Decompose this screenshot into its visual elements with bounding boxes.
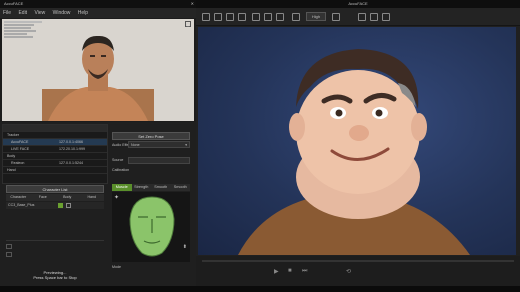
tree-row[interactable]: AccuFACE 127.0.0.1:4066 — [3, 139, 107, 146]
target-icon[interactable]: ✦ — [114, 194, 119, 201]
expression-tabs: Muscle Strength Smooth Smooth — [112, 184, 190, 191]
os-taskbar — [0, 286, 520, 292]
tab-muscle[interactable]: Muscle — [112, 184, 132, 191]
color-icon[interactable] — [370, 13, 378, 21]
timeline-slider[interactable] — [202, 260, 514, 262]
3d-viewport[interactable] — [198, 27, 516, 255]
tab-strength[interactable]: Strength — [132, 184, 152, 191]
display-icon[interactable] — [358, 13, 366, 21]
mode-label: Mode — [112, 265, 121, 269]
viewport-toolbar: High — [196, 8, 520, 26]
calibration-label: Calibration — [112, 168, 130, 172]
tracking-info-overlay — [4, 21, 42, 55]
screenshot-icon[interactable] — [332, 13, 340, 21]
camera-preview: ▢ — [2, 19, 194, 121]
character-columns-header: Character Face Body Hand — [6, 194, 104, 201]
option-checkbox[interactable] — [6, 252, 12, 257]
source-select[interactable] — [128, 157, 190, 164]
mirror-icon[interactable]: ⬍ — [183, 244, 187, 250]
close-icon[interactable]: ✕ — [191, 0, 194, 8]
options-divider — [6, 240, 104, 246]
tab-smooth[interactable]: Smooth — [151, 184, 171, 191]
title-bar: AccuFACE ✕ — [0, 0, 196, 8]
menu-view[interactable]: View — [31, 10, 48, 16]
option-checkbox[interactable] — [6, 244, 12, 249]
camera-icon[interactable] — [252, 13, 260, 21]
tree-row[interactable]: Hand — [3, 167, 107, 174]
cartoon-character — [238, 49, 470, 255]
character-list-button[interactable]: Character List — [6, 185, 104, 193]
stop-icon[interactable]: ■ — [288, 268, 292, 274]
settings-panel: Tracker AccuFACE 127.0.0.1:4066 LIVE FACE… — [0, 122, 196, 292]
window-title: AccuFACE — [4, 1, 24, 6]
face-mask-image[interactable] — [126, 195, 178, 259]
person-photo — [42, 35, 154, 121]
quality-select[interactable]: High — [306, 12, 326, 21]
loop-icon[interactable]: ⟲ — [346, 268, 351, 275]
tree-header — [3, 125, 107, 132]
left-app-window: AccuFACE ✕ File Edit View Window Help ▢ — [0, 0, 196, 292]
play-icon[interactable]: ▶ — [274, 268, 279, 275]
menu-file[interactable]: File — [0, 10, 14, 16]
light-icon[interactable] — [276, 13, 284, 21]
menu-bar: File Edit View Window Help — [0, 8, 196, 18]
grid-icon[interactable] — [264, 13, 272, 21]
tree-row[interactable]: Body — [3, 153, 107, 160]
tab-smooth-2[interactable]: Smooth — [171, 184, 191, 191]
expand-icon[interactable]: ▢ — [185, 21, 191, 27]
select-icon[interactable] — [202, 13, 210, 21]
menu-window[interactable]: Window — [50, 10, 74, 16]
render-icon[interactable] — [292, 13, 300, 21]
face-checkbox[interactable] — [58, 203, 63, 208]
chevron-down-icon: ▾ — [185, 143, 187, 147]
next-frame-icon[interactable]: ⏭ — [302, 268, 307, 275]
right-title-bar: AccuFACE — [196, 0, 520, 8]
source-label: Source — [112, 158, 124, 162]
device-tree: Tracker AccuFACE 127.0.0.1:4066 LIVE FACE… — [2, 124, 108, 184]
brush-icon[interactable] — [382, 13, 390, 21]
menu-help[interactable]: Help — [75, 10, 91, 16]
status-text: Previewing... Press Space bar to Stop — [33, 270, 77, 280]
set-zero-pose-button[interactable]: Set Zero Pose — [112, 132, 190, 140]
tree-row[interactable]: LIVE FACE 172.20.10.1:999 — [3, 146, 107, 153]
tree-row[interactable]: Tracker — [3, 132, 107, 139]
character-creator-window: AccuFACE High ▶ ■ ⏭ ⟲ — [196, 0, 520, 292]
menu-edit[interactable]: Edit — [15, 10, 30, 16]
move-icon[interactable] — [214, 13, 222, 21]
tree-row[interactable]: Realeon 127.0.0.1:5244 — [3, 160, 107, 167]
scale-icon[interactable] — [238, 13, 246, 21]
audio-effect-select[interactable]: None ▾ — [128, 141, 190, 148]
rotate-icon[interactable] — [226, 13, 234, 21]
face-mask-viewer: ✦ ⬍ — [112, 192, 190, 262]
character-row[interactable]: CC3_Base_Plus — [6, 202, 104, 209]
body-checkbox[interactable] — [66, 203, 71, 208]
